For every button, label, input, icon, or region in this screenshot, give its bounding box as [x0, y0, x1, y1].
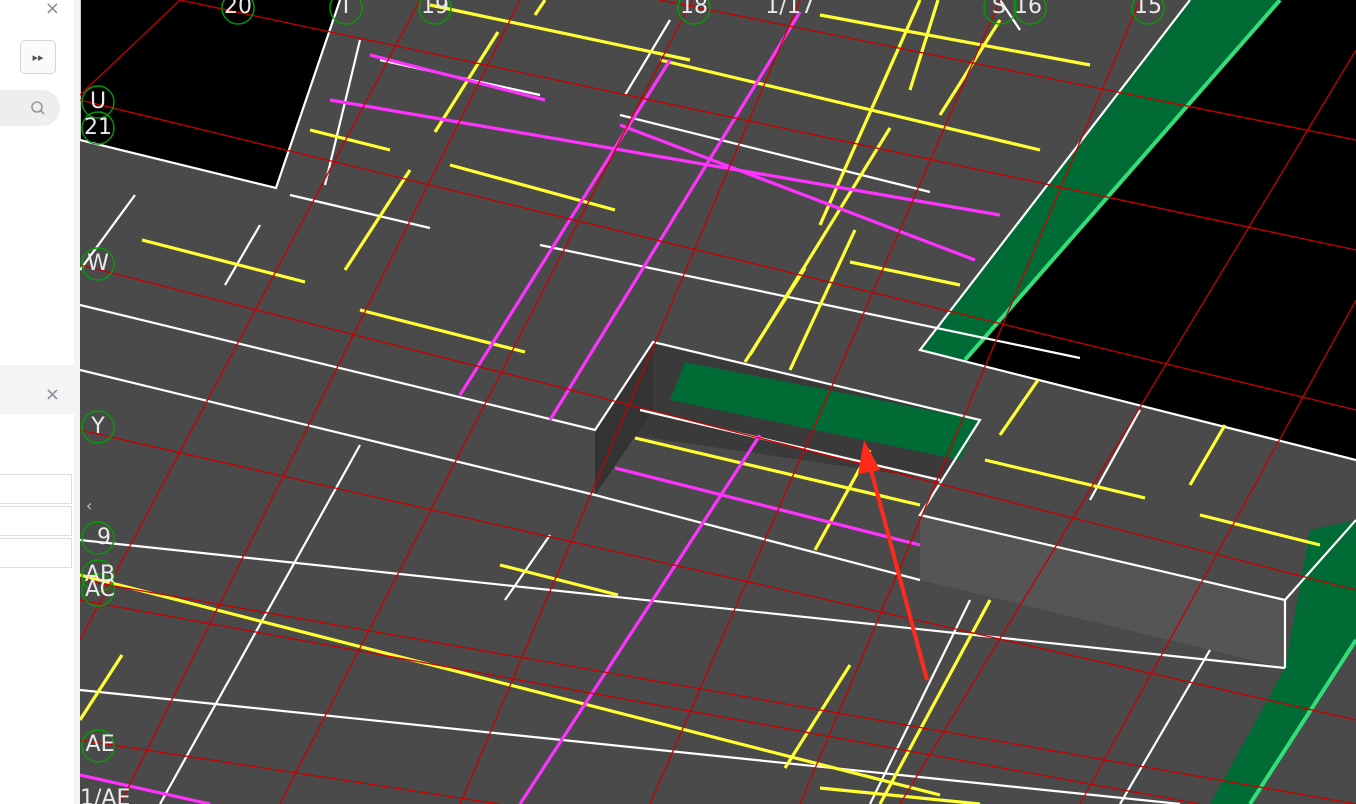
axis-label: 1/AE — [80, 786, 131, 804]
axis-label: 20 — [224, 0, 252, 19]
axis-label: 21 — [84, 115, 112, 140]
axis-label: 16 — [1014, 0, 1042, 19]
close-icon[interactable]: × — [45, 0, 60, 18]
axis-label: 15 — [1134, 0, 1162, 19]
search-box[interactable] — [0, 90, 60, 126]
3d-model-viewport[interactable]: 20 T 19 18 1/17 S 16 15 U 21 W Y 9 AB AC… — [80, 0, 1356, 804]
lower-panel-header — [0, 376, 74, 414]
model-scene — [80, 0, 1356, 804]
property-field[interactable] — [0, 506, 72, 536]
axis-label: W — [87, 251, 109, 276]
lower-panel-section: × — [0, 376, 74, 804]
axis-label: AE — [85, 732, 115, 757]
upper-panel-section: × ▸▸ — [0, 0, 74, 365]
axis-label: T — [339, 0, 353, 19]
axis-label: 19 — [421, 0, 449, 19]
axis-label: U — [89, 89, 107, 114]
axis-label: 9 — [97, 525, 111, 550]
panel-divider — [0, 366, 80, 374]
property-field[interactable] — [0, 474, 72, 504]
axis-label: 1/17 — [765, 0, 815, 19]
property-field[interactable] — [0, 538, 72, 568]
search-icon — [31, 101, 45, 115]
axis-label: AC — [84, 577, 116, 602]
axis-label: 18 — [680, 0, 708, 19]
left-side-panel: × ▸▸ × — [0, 0, 81, 804]
axis-label: Y — [91, 414, 105, 439]
expand-button[interactable]: ▸▸ — [20, 40, 56, 74]
collapse-arrow-icon[interactable]: ‹ — [86, 496, 92, 515]
close-icon[interactable]: × — [45, 386, 60, 404]
